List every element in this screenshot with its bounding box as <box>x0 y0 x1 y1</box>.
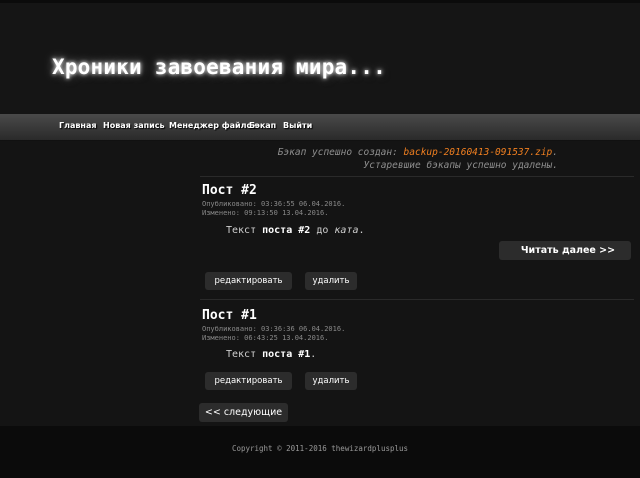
post-excerpt: Текст поста #1. <box>226 349 316 360</box>
nav-item-backup[interactable]: Бэкап <box>249 121 276 130</box>
post-text-prefix: Текст <box>226 225 263 236</box>
post-modified: Изменено: 06:43:25 13.04.2016. <box>202 334 329 342</box>
edit-post-button[interactable]: редактировать <box>205 372 292 390</box>
main-nav: Главная Новая запись Менеджер файлов Бэк… <box>0 114 640 141</box>
nav-item-logout[interactable]: Выйти <box>283 121 312 130</box>
post-text-prefix: Текст <box>226 349 263 360</box>
post-text-suffix: . <box>358 225 365 236</box>
post-published: Опубликовано: 03:36:55 06.04.2016. <box>202 200 346 208</box>
old-backups-deleted-message: Устаревшие бэкапы успешно удалены. <box>363 160 558 171</box>
nav-item-home[interactable]: Главная <box>59 121 96 130</box>
nav-item-new-post[interactable]: Новая запись <box>103 121 165 130</box>
post-divider <box>200 299 634 300</box>
post-modified: Изменено: 09:13:50 13.04.2016. <box>202 209 329 217</box>
post-text-italic: ката <box>334 225 359 236</box>
post-text-bold: поста #2 <box>262 225 311 236</box>
flash-messages: Бэкап успешно создан: backup-20160413-09… <box>200 146 558 172</box>
site-title: Хроники завоевания мира... <box>52 55 386 79</box>
read-more-button[interactable]: Читать далее >> <box>499 241 631 260</box>
nav-item-file-manager[interactable]: Менеджер файлов <box>169 121 257 130</box>
backup-created-message: Бэкап успешно создан: backup-20160413-09… <box>200 146 558 159</box>
backup-filename: backup-20160413-091537.zip <box>403 147 553 158</box>
next-page-button[interactable]: << следующие <box>199 403 288 422</box>
site-footer: Copyright © 2011-2016 thewizardplusplus <box>0 426 640 478</box>
delete-post-button[interactable]: удалить <box>305 372 357 390</box>
edit-post-button[interactable]: редактировать <box>205 272 292 290</box>
post-text-mid: до <box>310 225 335 236</box>
copyright-text: Copyright © 2011-2016 thewizardplusplus <box>231 444 409 453</box>
post-title[interactable]: Пост #2 <box>202 183 257 198</box>
post-published: Опубликовано: 03:36:36 06.04.2016. <box>202 325 346 333</box>
backup-created-text: Бэкап успешно создан: <box>277 147 404 158</box>
post-text-suffix: . <box>310 349 317 360</box>
post-divider <box>200 176 634 177</box>
post-excerpt: Текст поста #2 до ката. <box>226 225 365 236</box>
site-header: Хроники завоевания мира... <box>0 0 640 114</box>
post-title[interactable]: Пост #1 <box>202 308 257 323</box>
post-text-bold: поста #1 <box>262 349 311 360</box>
delete-post-button[interactable]: удалить <box>305 272 357 290</box>
backup-created-suffix: . <box>552 147 558 158</box>
